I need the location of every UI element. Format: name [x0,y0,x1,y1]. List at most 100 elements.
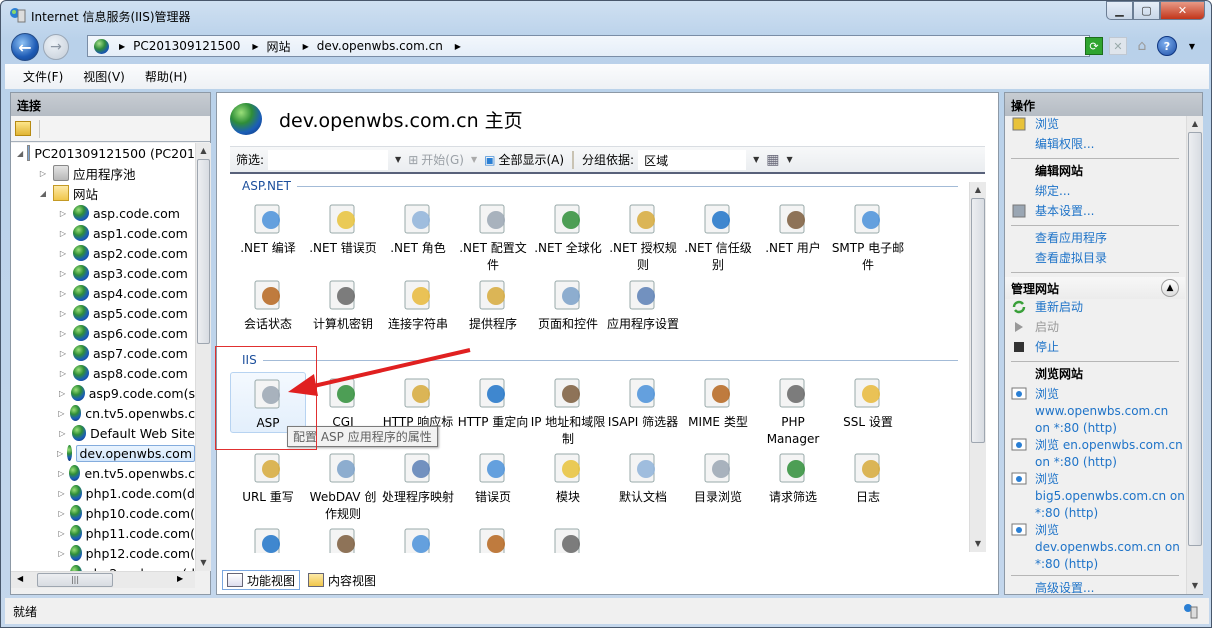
action-link[interactable]: 浏览 dev.openwbs.com.cn on *:80 (http) [1005,522,1185,573]
feature-item[interactable]: 处理程序映射 [380,447,456,506]
menu-help[interactable]: 帮助(H) [145,68,187,85]
collapse-icon[interactable]: ▲ [1161,279,1179,297]
feature-item[interactable]: 默认文档 [605,447,681,506]
scroll-thumb[interactable] [1188,132,1202,546]
collapse-icon[interactable]: ◢ [37,189,49,198]
forward-button[interactable]: → [43,34,69,60]
expand-icon[interactable]: ▷ [57,249,69,258]
tree-item[interactable]: ▷ en.tv5.openwbs.c [11,463,195,483]
address-bar[interactable]: ▶ PC201309121500 ▶ 网站 ▶ dev.openwbs.com.… [87,35,1090,57]
feature-item[interactable] [380,522,456,553]
group-by-dropdown-icon[interactable]: ▼ [753,155,759,164]
action-link[interactable]: 停止 [1005,339,1185,359]
stop-icon[interactable]: ✕ [1109,37,1127,55]
feature-item[interactable]: 日志 [830,447,906,506]
feature-item[interactable]: HTTP 响应标 [380,372,456,431]
feature-item[interactable]: .NET 信任级别 [680,198,756,274]
expand-icon[interactable]: ▷ [57,429,68,438]
show-all-button[interactable]: ▣ 全部显示(A) [484,151,564,168]
scroll-down-icon[interactable]: ▼ [196,555,211,571]
scroll-down-icon[interactable]: ▼ [970,536,986,552]
feature-item[interactable] [305,522,381,553]
scroll-down-icon[interactable]: ▼ [1187,578,1203,594]
tree-item[interactable]: ▷php2.code.com(d [11,563,195,571]
feature-item[interactable]: .NET 授权规则 [605,198,681,274]
tree-item[interactable]: ▷ php12.code.com( [11,543,195,563]
feature-item[interactable]: SMTP 电子邮件 [830,198,906,274]
action-link[interactable]: 编辑权限... [1005,136,1185,156]
menu-view[interactable]: 视图(V) [83,68,125,85]
feature-item[interactable]: .NET 角色 [380,198,456,257]
tree-item[interactable]: ▷ asp3.code.com [11,263,195,283]
feature-item[interactable]: 应用程序设置 [605,274,681,333]
tree-item[interactable]: ▷ cn.tv5.openwbs.c [11,403,195,423]
scroll-right-icon[interactable]: ▶ [177,574,183,583]
help-dropdown-icon[interactable]: ▼ [1183,37,1201,55]
action-link[interactable]: 浏览 [1005,116,1185,136]
filter-input[interactable] [268,149,389,170]
action-link[interactable]: 浏览 big5.openwbs.com.cn on *:80 (http) [1005,471,1185,522]
minimize-button[interactable]: ▁ [1106,1,1133,20]
feature-item[interactable]: 请求筛选 [755,447,831,506]
feature-item[interactable]: ASP [230,372,306,433]
action-link[interactable]: 基本设置... [1005,203,1185,223]
scroll-up-icon[interactable]: ▲ [196,143,211,159]
feature-item[interactable]: 页面和控件 [530,274,606,333]
tree-item[interactable]: ▷ asp2.code.com [11,243,195,263]
maximize-button[interactable]: ▢ [1133,1,1160,20]
refresh-icon[interactable]: ⟳ [1085,37,1103,55]
expand-icon[interactable]: ▷ [57,409,66,418]
feature-item[interactable] [230,522,306,553]
collapse-icon[interactable]: ◢ [17,149,23,158]
back-button[interactable]: ← [11,33,39,61]
help-icon[interactable]: ? [1157,36,1177,56]
breadcrumb-server[interactable]: PC201309121500 [133,39,240,53]
actions-vertical-scrollbar[interactable]: ▲ ▼ [1186,116,1203,594]
group-by-select[interactable]: 区域 [638,149,747,170]
scroll-thumb[interactable] [197,159,210,344]
connect-icon[interactable] [15,121,31,136]
expand-icon[interactable]: ▷ [57,209,69,218]
tree-item[interactable]: ▷ dev.openwbs.com [11,443,195,463]
filter-dropdown-icon[interactable]: ▼ [395,155,401,164]
breadcrumb-arrow-icon[interactable]: ▶ [455,42,461,51]
tree-vertical-scrollbar[interactable]: ▲ ▼ [195,143,211,571]
scroll-up-icon[interactable]: ▲ [1187,116,1203,132]
expand-icon[interactable]: ▷ [57,449,63,458]
tree-item[interactable]: ◢ PC201309121500 (PC201 [11,143,195,163]
action-link[interactable]: 绑定... [1005,183,1185,203]
go-button[interactable]: ⊞ 开始(G) [408,151,464,168]
expand-icon[interactable]: ▷ [57,549,66,558]
scroll-left-icon[interactable]: ◀ [17,574,23,583]
expand-icon[interactable]: ▷ [57,309,69,318]
tree-item[interactable]: ▷ asp5.code.com [11,303,195,323]
expand-icon[interactable]: ▷ [57,369,69,378]
feature-item[interactable]: 计算机密钥 [305,274,381,333]
feature-item[interactable]: 目录浏览 [680,447,756,506]
action-link[interactable]: 浏览 en.openwbs.com.cn on *:80 (http) [1005,437,1185,471]
feature-item[interactable]: URL 重写 [230,447,306,506]
feature-item[interactable]: WebDAV 创作规则 [305,447,381,523]
feature-item[interactable]: 会话状态 [230,274,306,333]
features-vertical-scrollbar[interactable]: ▲ ▼ [969,182,986,552]
expand-icon[interactable]: ▷ [57,329,69,338]
hscroll-thumb[interactable]: ||| [37,573,113,587]
view-mode-icon[interactable]: ▦ [766,152,779,168]
tree-item[interactable]: ▷ asp9.code.com(s [11,383,195,403]
expand-icon[interactable]: ▷ [57,509,66,518]
expand-icon[interactable]: ▷ [57,469,65,478]
action-link[interactable]: 浏览 www.openwbs.com.cn on *:80 (http) [1005,386,1185,437]
action-link[interactable]: 查看应用程序 [1005,230,1185,250]
expand-icon[interactable]: ▷ [37,169,49,178]
expand-icon[interactable]: ▷ [57,529,66,538]
tab-content-view[interactable]: 内容视图 [304,570,380,590]
go-dropdown-icon[interactable]: ▼ [471,155,477,164]
feature-item[interactable]: PHP Manager [755,372,831,448]
feature-item[interactable]: MIME 类型 [680,372,756,431]
expand-icon[interactable]: ▷ [57,349,69,358]
expand-icon[interactable]: ▷ [57,289,69,298]
tree-item[interactable]: ▷ asp6.code.com [11,323,195,343]
tree-item[interactable]: ▷ php11.code.com( [11,523,195,543]
feature-item[interactable]: ISAPI 筛选器 [605,372,681,431]
tree-item[interactable]: ▷ asp.code.com [11,203,195,223]
